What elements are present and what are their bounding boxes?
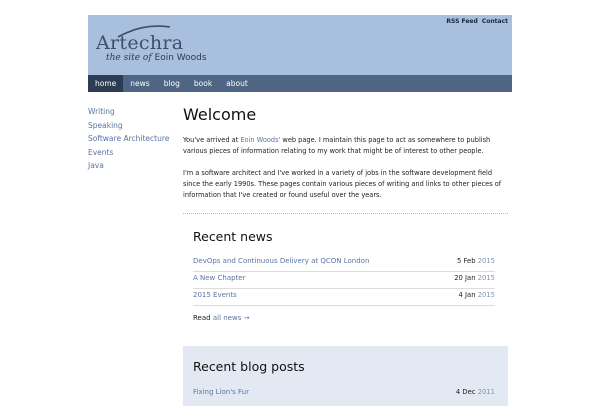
date-day: 4 Dec [455, 388, 476, 396]
recent-news-heading: Recent news [193, 229, 273, 244]
nav-blog[interactable]: blog [157, 75, 187, 92]
nav-news[interactable]: news [123, 75, 156, 92]
nav-about[interactable]: about [219, 75, 255, 92]
tagline-prefix: the site of [106, 53, 152, 63]
blog-item-link[interactable]: Fixing Lion's Fur [193, 388, 249, 396]
date-day: 5 Feb [456, 257, 476, 265]
intro-text-before: You've arrived at [183, 136, 241, 144]
date-year: 2011 [477, 388, 495, 396]
all-news-link[interactable]: all news → [213, 314, 250, 322]
site-tagline: the site of Eoin Woods [106, 53, 207, 63]
bio-paragraph: I'm a software architect and I've worked… [183, 169, 502, 199]
news-item-date: 20 Jan 2015 [454, 272, 495, 285]
date-year: 2015 [477, 291, 495, 299]
date-year: 2015 [477, 274, 495, 282]
rss-feed-link[interactable]: RSS Feed [446, 18, 477, 25]
recent-blog-heading: Recent blog posts [193, 359, 305, 374]
section-divider [183, 213, 508, 214]
intro-paragraph: You've arrived at Eoin Woods' web page. … [183, 135, 508, 157]
list-item: DevOps and Continuous Delivery at QCON L… [193, 255, 495, 272]
list-item: A New Chapter 20 Jan 2015 [193, 272, 495, 289]
contact-link[interactable]: Contact [482, 18, 508, 25]
page-title: Welcome [183, 105, 257, 124]
news-item-link[interactable]: DevOps and Continuous Delivery at QCON L… [193, 257, 369, 265]
blog-item-date: 4 Dec 2011 [456, 386, 495, 399]
news-item-date: 5 Feb 2015 [457, 255, 495, 268]
sidebar-item-software-architecture[interactable]: Software Architecture [88, 132, 178, 146]
site-logo[interactable]: Artechra [96, 32, 183, 54]
news-item-date: 4 Jan 2015 [459, 289, 495, 302]
top-links: RSS Feed Contact [444, 18, 508, 25]
nav-book[interactable]: book [187, 75, 219, 92]
eoin-woods-link[interactable]: Eoin Woods' [240, 136, 280, 144]
sidebar: Writing Speaking Software Architecture E… [88, 105, 178, 173]
sidebar-item-speaking[interactable]: Speaking [88, 119, 178, 133]
date-day: 20 Jan [454, 274, 476, 282]
site-banner: Artechra the site of Eoin Woods RSS Feed… [88, 15, 512, 75]
sidebar-item-writing[interactable]: Writing [88, 105, 178, 119]
read-prefix: Read [193, 314, 213, 322]
date-year: 2015 [477, 257, 495, 265]
news-item-link[interactable]: A New Chapter [193, 274, 246, 282]
main-content: Welcome You've arrived at Eoin Woods' we… [183, 105, 508, 406]
sidebar-item-java[interactable]: Java [88, 159, 178, 173]
read-all-news: Read all news → [193, 314, 249, 322]
tagline-name: Eoin Woods [154, 53, 207, 63]
date-day: 4 Jan [458, 291, 476, 299]
nav-home[interactable]: home [88, 75, 124, 92]
recent-blog-section: Recent blog posts Fixing Lion's Fur 4 De… [183, 346, 508, 406]
list-item: 2015 Events 4 Jan 2015 [193, 289, 495, 306]
sidebar-item-events[interactable]: Events [88, 146, 178, 160]
news-item-link[interactable]: 2015 Events [193, 291, 237, 299]
main-nav: home news blog book about [88, 75, 512, 92]
